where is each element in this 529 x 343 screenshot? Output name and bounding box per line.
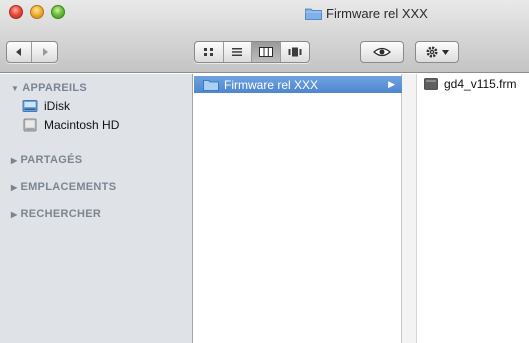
folder-icon [203,79,219,91]
folder-name: Firmware rel XXX [224,77,319,92]
back-arrow-icon [16,48,21,56]
close-window-button[interactable] [9,5,23,19]
coverflow-view-icon [288,47,302,57]
browser-column-1: Firmware rel XXX ▶ [194,74,402,343]
quicklook-button[interactable] [360,41,404,63]
disclosure-closed-icon: ▶ [11,155,18,165]
eye-icon [373,47,391,57]
idisk-icon [22,100,38,112]
sidebar: ▼ APPAREILS iDisk Macintosh HD ▶ PARTAGÉ… [0,74,193,343]
icon-view-button[interactable] [195,42,224,62]
sidebar-item-label: iDisk [44,99,70,113]
sidebar-item-label: Macintosh HD [44,118,120,132]
list-view-button[interactable] [224,42,252,62]
column-divider[interactable] [402,74,417,343]
forward-button[interactable] [32,42,57,62]
disclosure-open-icon: ▼ [11,83,20,93]
sidebar-section-shared[interactable]: ▶ PARTAGÉS [11,154,82,166]
view-mode-buttons [194,41,310,63]
forward-arrow-icon [42,48,48,56]
list-item[interactable]: Firmware rel XXX ▶ [194,76,402,93]
sidebar-section-label: PARTAGÉS [20,154,83,166]
file-name: gd4_v115.frm [444,77,517,91]
sidebar-section-search[interactable]: ▶ RECHERCHER [11,208,101,220]
sidebar-item-idisk[interactable]: iDisk [22,99,70,113]
minimize-window-button[interactable] [30,5,44,19]
navigation-buttons [6,41,58,63]
sidebar-section-label: EMPLACEMENTS [20,181,117,193]
gear-icon [426,46,438,58]
column-view-button[interactable] [252,42,281,62]
sidebar-section-places[interactable]: ▶ EMPLACEMENTS [11,181,116,193]
window-title-text: Firmware rel XXX [326,5,428,21]
disclosure-closed-icon: ▶ [11,182,18,192]
browser-column-2: gd4_v115.frm [418,74,529,343]
window-title: Firmware rel XXX [305,4,428,22]
disclosure-closed-icon: ▶ [11,209,18,219]
title-toolbar: Firmware rel XXX [0,0,529,73]
coverflow-view-button[interactable] [281,42,309,62]
back-button[interactable] [7,42,33,62]
file-icon [424,78,438,90]
disclosure-arrow-icon: ▶ [388,79,395,89]
list-view-icon [232,48,243,56]
sidebar-section-devices[interactable]: ▼ APPAREILS [11,82,87,94]
hard-drive-icon [23,118,37,132]
zoom-window-button[interactable] [51,5,65,19]
chevron-down-icon [442,49,449,55]
icon-view-icon [203,48,213,56]
list-item[interactable]: gd4_v115.frm [424,77,517,91]
sidebar-item-macintosh-hd[interactable]: Macintosh HD [22,118,119,132]
sidebar-section-label: RECHERCHER [20,208,102,220]
column-view-icon [258,47,273,57]
finder-window: Firmware rel XXX ▼ APPAREILS iDisk Macin… [0,0,529,343]
folder-icon [305,8,322,20]
action-menu-button[interactable] [415,41,459,63]
sidebar-section-label: APPAREILS [22,82,88,94]
